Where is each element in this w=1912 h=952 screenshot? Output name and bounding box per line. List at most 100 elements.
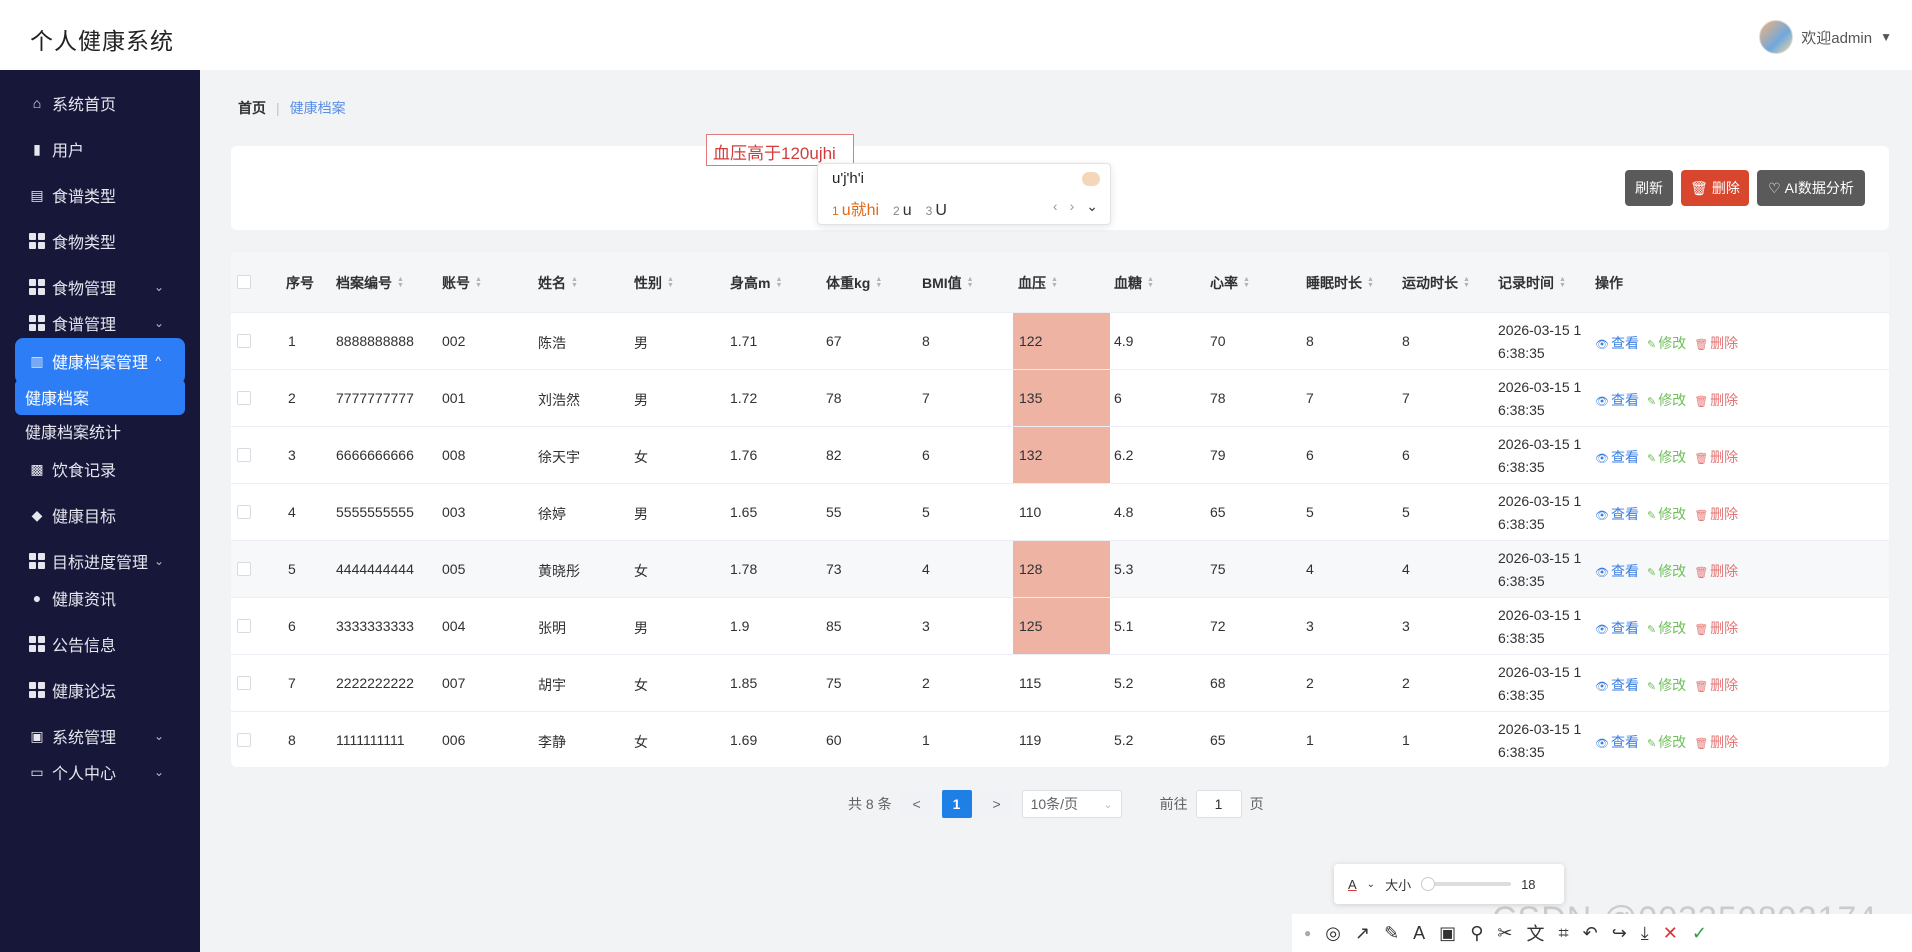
- user-greeting[interactable]: 欢迎admin: [1801, 27, 1872, 48]
- pin-icon[interactable]: ⚲: [1470, 923, 1483, 944]
- scissors-icon[interactable]: ✂: [1497, 923, 1512, 944]
- sort-icon[interactable]: ▲ ▼: [1051, 276, 1058, 289]
- download-icon[interactable]: ⤓: [1641, 923, 1649, 944]
- sort-icon[interactable]: ▲ ▼: [1559, 276, 1566, 289]
- column-header[interactable]: 心率 ▲ ▼: [1210, 273, 1250, 293]
- chevron-left-icon[interactable]: ‹: [1053, 198, 1058, 215]
- row-checkbox[interactable]: [237, 619, 251, 633]
- check-icon[interactable]: ✓: [1692, 923, 1707, 944]
- column-header[interactable]: 记录时间 ▲ ▼: [1498, 273, 1566, 293]
- sidebar-item-health-record-stats[interactable]: 健康档案统计: [15, 413, 185, 449]
- delete-link[interactable]: 🗑 删除: [1694, 561, 1738, 581]
- ocr-icon[interactable]: ⌗: [1558, 923, 1568, 944]
- chevron-down-icon[interactable]: ⌄: [154, 765, 164, 779]
- sort-icon[interactable]: ▲ ▼: [875, 276, 882, 289]
- chevron-right-icon[interactable]: ›: [1070, 198, 1075, 215]
- delete-link[interactable]: 🗑 删除: [1694, 447, 1738, 467]
- row-checkbox[interactable]: [237, 334, 251, 348]
- sidebar-item-2[interactable]: ▤ 食谱类型: [0, 173, 200, 217]
- sort-icon[interactable]: ▲ ▼: [475, 276, 482, 289]
- sort-icon[interactable]: ▲ ▼: [571, 276, 578, 289]
- sort-icon[interactable]: ▲ ▼: [397, 276, 404, 289]
- mosaic-icon[interactable]: ▣: [1439, 923, 1456, 944]
- lock-icon[interactable]: ●: [1304, 926, 1311, 940]
- sidebar-item-16[interactable]: ▭ 个人中心 ⌄: [0, 750, 200, 794]
- sort-icon[interactable]: ▲ ▼: [967, 276, 974, 289]
- chevron-down-icon[interactable]: ⌄: [154, 316, 164, 330]
- sidebar-item-9[interactable]: ▩ 饮食记录: [0, 447, 200, 491]
- edit-link[interactable]: ✎ 修改: [1647, 561, 1686, 581]
- sidebar-item-13[interactable]: 公告信息: [0, 622, 200, 666]
- select-all-checkbox[interactable]: [237, 275, 251, 289]
- column-header[interactable]: 账号 ▲ ▼: [442, 273, 482, 293]
- caret-down-icon[interactable]: ▼: [1880, 30, 1892, 44]
- sort-icon[interactable]: ▲ ▼: [1367, 276, 1374, 289]
- view-link[interactable]: 👁 查看: [1595, 561, 1639, 581]
- slider-knob[interactable]: [1421, 877, 1436, 891]
- delete-link[interactable]: 🗑 删除: [1694, 675, 1738, 695]
- font-size-slider[interactable]: [1421, 877, 1512, 891]
- chevron-up-icon[interactable]: ^: [155, 354, 161, 368]
- sidebar-item-3[interactable]: 食物类型: [0, 219, 200, 263]
- breadcrumb-home[interactable]: 首页: [238, 98, 266, 118]
- undo-icon[interactable]: ↶: [1583, 923, 1598, 944]
- delete-link[interactable]: 🗑 删除: [1694, 390, 1738, 410]
- delete-button[interactable]: 🗑 删除: [1681, 170, 1749, 206]
- view-link[interactable]: 👁 查看: [1595, 333, 1639, 353]
- edit-link[interactable]: ✎ 修改: [1647, 447, 1686, 467]
- sort-icon[interactable]: ▲ ▼: [1243, 276, 1250, 289]
- row-checkbox[interactable]: [237, 448, 251, 462]
- edit-link[interactable]: ✎ 修改: [1647, 390, 1686, 410]
- row-checkbox[interactable]: [237, 505, 251, 519]
- ime-candidate[interactable]: 1 u就hi: [832, 196, 879, 220]
- column-header[interactable]: 体重kg ▲ ▼: [826, 273, 882, 293]
- column-header[interactable]: 身高m ▲ ▼: [730, 273, 782, 293]
- sidebar-item-1[interactable]: ▮ 用户: [0, 127, 200, 171]
- view-link[interactable]: 👁 查看: [1595, 618, 1639, 638]
- sidebar-item-14[interactable]: 健康论坛: [0, 668, 200, 712]
- refresh-button[interactable]: 刷新: [1625, 170, 1673, 206]
- share-icon[interactable]: ↪: [1612, 923, 1627, 944]
- chevron-down-icon[interactable]: ⌄: [1367, 879, 1375, 890]
- delete-link[interactable]: 🗑 删除: [1694, 732, 1738, 752]
- edit-link[interactable]: ✎ 修改: [1647, 333, 1686, 353]
- delete-link[interactable]: 🗑 删除: [1694, 333, 1738, 353]
- sort-icon[interactable]: ▲ ▼: [1147, 276, 1154, 289]
- view-link[interactable]: 👁 查看: [1595, 675, 1639, 695]
- ai-analysis-button[interactable]: ♡ AI数据分析: [1757, 170, 1865, 206]
- chevron-down-icon[interactable]: ⌄: [154, 280, 164, 294]
- edit-link[interactable]: ✎ 修改: [1647, 618, 1686, 638]
- prev-page-button[interactable]: <: [899, 790, 934, 818]
- avatar[interactable]: [1759, 20, 1794, 54]
- column-header[interactable]: 睡眠时长 ▲ ▼: [1306, 273, 1374, 293]
- sort-icon[interactable]: ▲ ▼: [775, 276, 782, 289]
- ime-candidate[interactable]: 2u: [893, 202, 912, 220]
- search-input[interactable]: 血压高于120ujhi: [706, 134, 854, 166]
- row-checkbox[interactable]: [237, 676, 251, 690]
- pen-icon[interactable]: ✎: [1384, 923, 1399, 944]
- edit-link[interactable]: ✎ 修改: [1647, 675, 1686, 695]
- column-header[interactable]: 姓名 ▲ ▼: [538, 273, 578, 293]
- column-header[interactable]: 运动时长 ▲ ▼: [1402, 273, 1470, 293]
- view-link[interactable]: 👁 查看: [1595, 447, 1639, 467]
- text-icon[interactable]: A: [1413, 923, 1425, 944]
- column-header[interactable]: BMI值 ▲ ▼: [922, 273, 974, 293]
- next-page-button[interactable]: >: [979, 790, 1014, 818]
- sidebar-item-6[interactable]: ▥ 健康档案管理 ^: [15, 338, 185, 384]
- edit-link[interactable]: ✎ 修改: [1647, 732, 1686, 752]
- font-color-icon[interactable]: A: [1348, 877, 1357, 892]
- translate-icon[interactable]: 文: [1526, 920, 1544, 946]
- goto-page-input[interactable]: 1: [1195, 790, 1242, 818]
- edit-link[interactable]: ✎ 修改: [1647, 504, 1686, 524]
- ime-candidate[interactable]: 3U: [926, 202, 947, 220]
- column-header[interactable]: 血糖 ▲ ▼: [1114, 273, 1154, 293]
- delete-link[interactable]: 🗑 删除: [1694, 504, 1738, 524]
- shape-icon[interactable]: ◎: [1325, 923, 1341, 944]
- sidebar-item-12[interactable]: ● 健康资讯: [0, 576, 200, 620]
- row-checkbox[interactable]: [237, 391, 251, 405]
- sidebar-item-0[interactable]: ⌂ 系统首页: [0, 81, 200, 125]
- chevron-down-icon[interactable]: ⌄: [154, 554, 164, 568]
- row-checkbox[interactable]: [237, 733, 251, 747]
- view-link[interactable]: 👁 查看: [1595, 732, 1639, 752]
- row-checkbox[interactable]: [237, 562, 251, 576]
